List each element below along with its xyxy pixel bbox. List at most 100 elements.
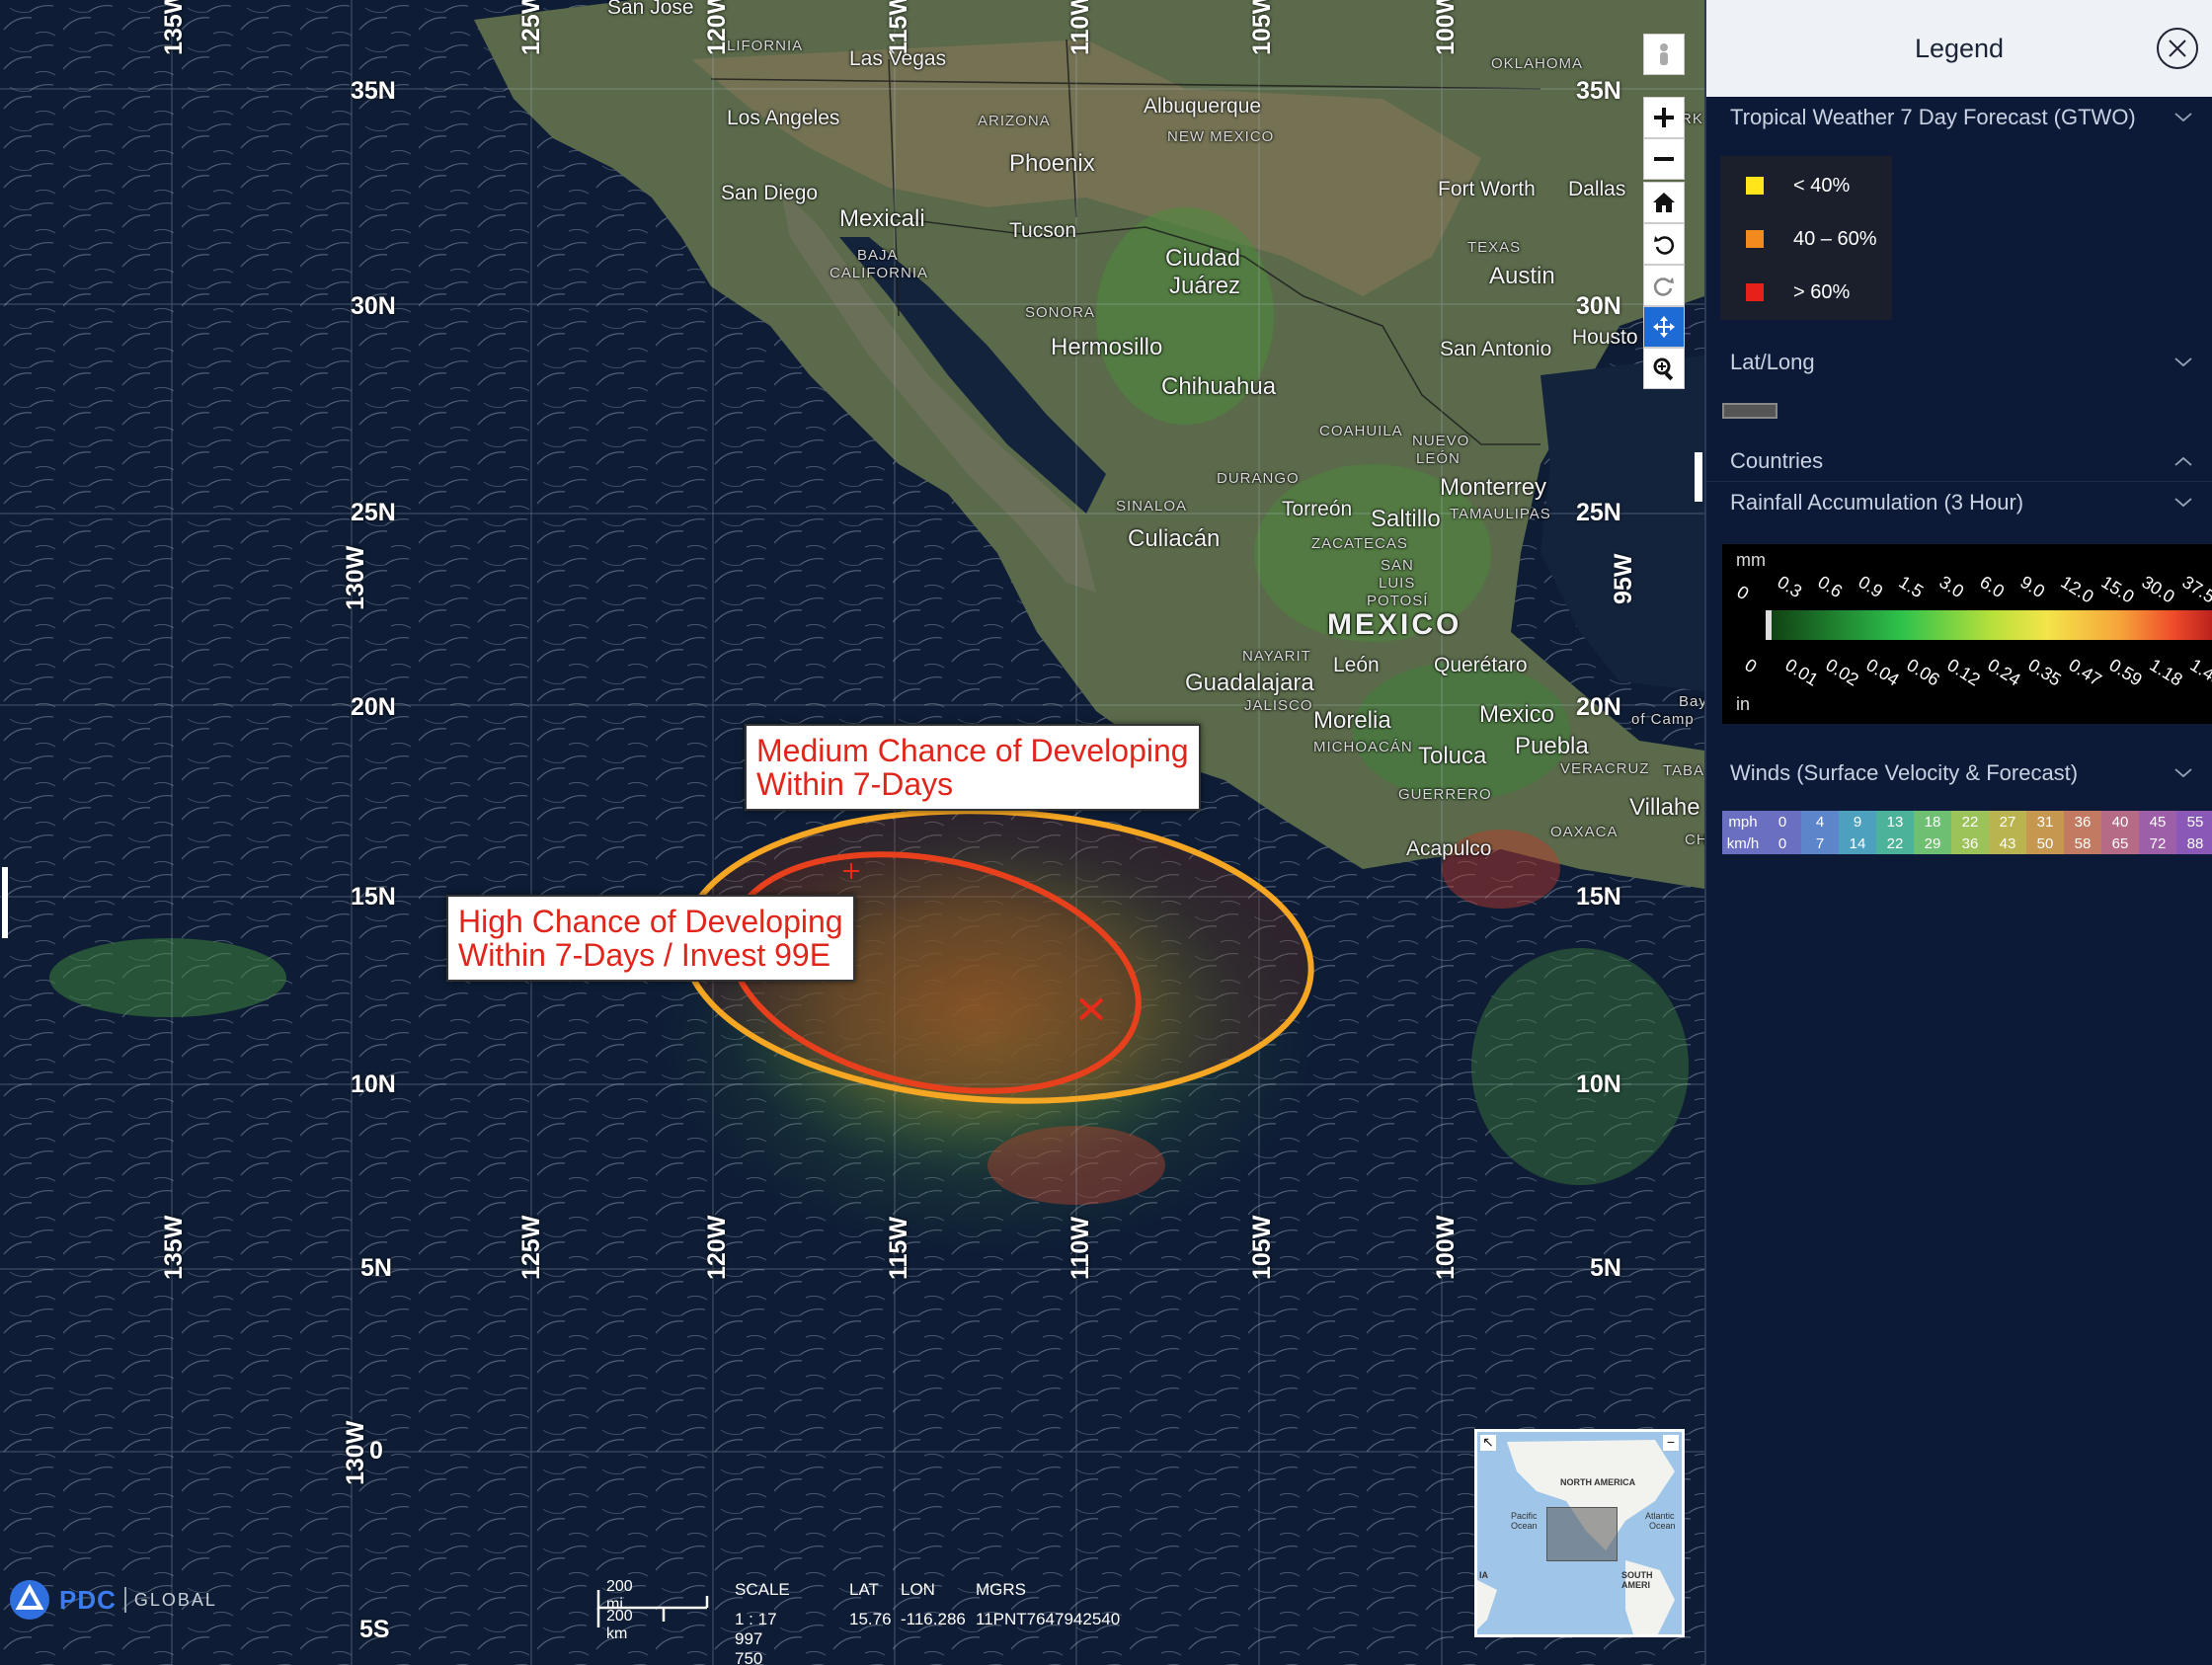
home-button[interactable] [1643, 182, 1685, 223]
place-label: Chihuahua [1161, 373, 1277, 400]
place-label: Monterrey [1440, 474, 1547, 501]
lat-label-right: 10N [1576, 1070, 1621, 1098]
winds-cell-kmh: 0 [1764, 832, 1801, 854]
winds-cell-kmh: 14 [1839, 832, 1876, 854]
legend-section-rainfall[interactable]: Rainfall Accumulation (3 Hour) [1706, 482, 2212, 523]
lat-label: 25N [351, 499, 396, 526]
expand-icon[interactable]: ↖ [1480, 1435, 1496, 1451]
lon-label: LON [901, 1580, 935, 1599]
winds-row-mph: mph 0 4 9 13 18 22 27 31 36 40 45 55 [1722, 811, 2212, 832]
place-label: GUERRERO [1398, 786, 1492, 803]
rotate-left-button[interactable] [1643, 223, 1685, 265]
place-label: Fort Worth [1438, 178, 1536, 200]
rain-tick-in: 0.02 [1822, 655, 1862, 690]
winds-cell-kmh: 36 [1951, 832, 1989, 854]
place-label: Torreón [1282, 498, 1353, 520]
place-label: COAHUILA [1319, 423, 1403, 439]
winds-cell-mph: 18 [1914, 811, 1951, 832]
place-label: San Jose [607, 0, 694, 19]
rain-tick-in: 0.47 [2065, 655, 2105, 690]
place-label: Villahe [1629, 794, 1700, 821]
rotate-left-icon [1654, 236, 1675, 255]
rain-tick-mm: 0.3 [1774, 572, 1806, 602]
section-title: Countries [1730, 448, 1824, 473]
lat-label: 20N [351, 693, 396, 721]
place-label: Juárez [1169, 273, 1241, 299]
winds-cell-kmh: 58 [2064, 832, 2101, 854]
winds-cell-kmh: 65 [2101, 832, 2139, 854]
overview-map[interactable]: NORTH AMERICA Pacific Ocean Atlantic Oce… [1474, 1429, 1685, 1637]
zoom-out-button[interactable] [1643, 138, 1685, 180]
place-label: Albuquerque [1144, 95, 1262, 118]
pdc-logo: PDC GLOBAL [8, 1578, 217, 1622]
lat-label: 35N [351, 77, 396, 105]
place-label: Dallas [1568, 178, 1626, 200]
place-label: Phoenix [1009, 150, 1095, 177]
rotate-right-button[interactable] [1643, 265, 1685, 306]
latlong-swatch [1722, 403, 1778, 419]
person-icon [1660, 43, 1668, 65]
plus-icon [1654, 108, 1674, 127]
rain-tick-mm: 6.0 [1976, 572, 2009, 602]
legend-section-gtwo[interactable]: Tropical Weather 7 Day Forecast (GTWO) [1706, 97, 2212, 138]
lon-label: 115W [885, 1217, 912, 1280]
logo-brand: PDC [59, 1584, 117, 1615]
legend-section-winds[interactable]: Winds (Surface Velocity & Forecast) [1706, 753, 2212, 794]
place-label: SINALOA [1116, 498, 1188, 515]
medium-chance-callout: Medium Chance of Developing Within 7-Day… [745, 724, 1201, 811]
lat-label: LAT [849, 1580, 879, 1599]
place-label: Housto [1572, 326, 1638, 349]
place-label: Puebla [1515, 733, 1589, 759]
winds-cell-mph: 22 [1951, 811, 1989, 832]
pan-button[interactable] [1643, 306, 1685, 348]
place-label: Culiacán [1128, 525, 1221, 552]
winds-cell-mph: 31 [2026, 811, 2064, 832]
gtwo-row: > 60% [1746, 280, 1850, 304]
lon-label: 135W [160, 0, 188, 55]
legend-section-latlong[interactable]: Lat/Long [1706, 342, 2212, 383]
map-canvas[interactable]: 35N 30N 25N 20N 15N 10N 5N 0 5S 35N 30N … [0, 0, 1704, 1665]
lon-label: 125W [517, 0, 545, 55]
collapse-icon[interactable]: − [1663, 1435, 1679, 1451]
lat-label-right: 25N [1576, 499, 1621, 526]
winds-cell-mph: 13 [1876, 811, 1914, 832]
rain-tick-in: 0.01 [1781, 655, 1822, 690]
overview-label: SOUTH AMERI [1621, 1570, 1653, 1590]
gtwo-row: 40 – 60% [1746, 227, 1877, 251]
zoom-in-button[interactable] [1643, 97, 1685, 138]
map-basemap [0, 0, 1704, 1665]
place-label: NAYARIT [1242, 648, 1311, 665]
legend-header: Legend [1706, 0, 2212, 97]
chevron-down-icon [2174, 113, 2192, 122]
lat-label-right: 20N [1576, 693, 1621, 721]
lon-label: 110W [1066, 1217, 1094, 1280]
zoom-box-button[interactable] [1643, 348, 1685, 389]
chevron-down-icon [2174, 357, 2192, 367]
lon-label: 120W [703, 1215, 731, 1280]
winds-unit: mph [1722, 811, 1764, 832]
callout-line: Medium Chance of Developing [756, 733, 1189, 768]
lon-label: 110W [1066, 0, 1094, 55]
legend-section-countries[interactable]: Countries [1706, 440, 2212, 482]
close-button[interactable] [2157, 28, 2198, 69]
place-label: Saltillo [1371, 506, 1441, 532]
place-label: POTOSÍ [1367, 593, 1429, 609]
lon-label: 105W [1248, 1215, 1276, 1280]
winds-cell-mph: 55 [2176, 811, 2212, 832]
home-icon [1653, 193, 1675, 212]
rainfall-color-bar [1766, 610, 2212, 640]
rain-tick-mm: 0 [1733, 582, 1753, 604]
lat-label: 5N [360, 1254, 392, 1282]
street-view-button[interactable] [1643, 34, 1685, 75]
place-label: San Antonio [1440, 338, 1552, 360]
winds-cell-mph: 36 [2064, 811, 2101, 832]
place-label: Toluca [1418, 743, 1487, 769]
chevron-down-icon [2174, 498, 2192, 508]
overview-extent[interactable] [1546, 1507, 1618, 1561]
overview-label: IA [1479, 1570, 1488, 1580]
high-chance-callout: High Chance of Developing Within 7-Days … [446, 895, 855, 982]
lat-label: 30N [351, 292, 396, 320]
minus-icon [1654, 157, 1674, 161]
place-label: Los Angeles [727, 107, 840, 129]
lon-label: 125W [517, 1215, 545, 1280]
